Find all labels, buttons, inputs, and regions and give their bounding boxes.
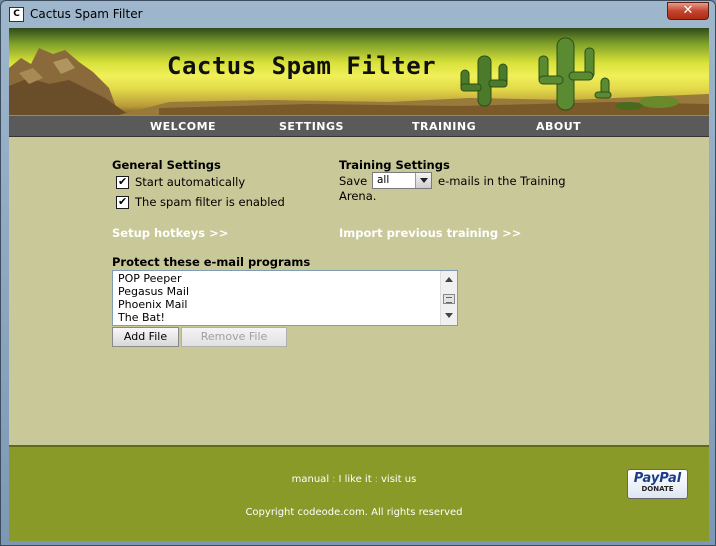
scroll-up-icon[interactable] [445, 277, 453, 282]
training-save-suffix: e-mails in the Training [438, 174, 566, 188]
start-automatically-label: Start automatically [135, 175, 246, 189]
footer-separator: : [332, 474, 336, 485]
paypal-donate-label: DONATE [641, 485, 674, 493]
nav-about[interactable]: ABOUT [536, 120, 581, 133]
training-settings-heading: Training Settings [339, 158, 450, 172]
scroll-thumb[interactable] [443, 294, 455, 304]
start-automatically-checkbox[interactable] [116, 175, 129, 189]
app-window: C Cactus Spam Filter ✕ Cactus Spam Filte… [0, 0, 716, 546]
footer-separator: : [374, 474, 378, 485]
title-bar[interactable]: C Cactus Spam Filter ✕ [1, 1, 715, 28]
save-count-value: all [377, 174, 390, 186]
window-title: Cactus Spam Filter [30, 7, 143, 21]
banner-title: Cactus Spam Filter [167, 52, 437, 80]
import-training-link[interactable]: Import previous training >> [339, 226, 521, 240]
save-count-select[interactable]: all [372, 172, 432, 189]
list-item[interactable]: POP Peeper [118, 272, 181, 285]
nav-welcome[interactable]: WELCOME [150, 120, 216, 133]
i-like-it-link[interactable]: I like it [338, 474, 371, 485]
list-item[interactable]: Pegasus Mail [118, 285, 189, 298]
main-nav: WELCOME SETTINGS TRAINING ABOUT [9, 115, 709, 137]
close-button[interactable]: ✕ [667, 2, 709, 20]
add-file-button[interactable]: Add File [112, 327, 179, 347]
general-settings-heading: General Settings [112, 158, 221, 172]
nav-settings[interactable]: SETTINGS [279, 120, 344, 133]
client-area: Cactus Spam Filter WELCOME SETTINGS TRAI… [9, 28, 709, 541]
scroll-down-icon[interactable] [445, 313, 453, 318]
app-icon: C [9, 7, 24, 22]
protect-programs-heading: Protect these e-mail programs [112, 255, 311, 269]
manual-link[interactable]: manual [292, 474, 329, 485]
visit-us-link[interactable]: visit us [381, 474, 416, 485]
save-label: Save [339, 174, 368, 188]
paypal-logo: PayPal [633, 471, 682, 486]
copyright-text: Copyright codeode.com. All rights reserv… [245, 507, 463, 518]
list-item[interactable]: The Bat! [118, 311, 165, 324]
paypal-donate-button[interactable]: PayPal DONATE [627, 469, 688, 499]
remove-file-button[interactable]: Remove File [181, 327, 287, 347]
nav-training[interactable]: TRAINING [412, 120, 476, 133]
filter-enabled-checkbox[interactable] [116, 195, 129, 209]
footer: manual: I like it: visit us Copyright code… [9, 445, 709, 541]
list-scrollbar[interactable] [440, 271, 457, 325]
setup-hotkeys-link[interactable]: Setup hotkeys >> [112, 226, 228, 240]
email-programs-list[interactable]: POP Peeper Pegasus Mail Phoenix Mail The… [112, 270, 458, 326]
filter-enabled-label: The spam filter is enabled [135, 195, 285, 209]
header-banner: Cactus Spam Filter [9, 28, 709, 115]
chevron-down-icon[interactable] [415, 173, 431, 188]
training-save-suffix-line2: Arena. [339, 189, 377, 203]
list-item[interactable]: Phoenix Mail [118, 298, 187, 311]
footer-links: manual: I like it: visit us [9, 474, 699, 485]
